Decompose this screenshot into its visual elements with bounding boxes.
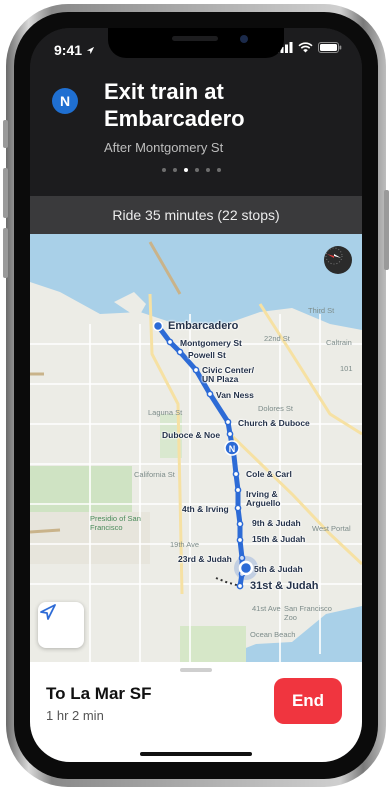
location-arrow-icon [86, 46, 95, 54]
map-label: California St [134, 470, 175, 479]
page-dot[interactable] [206, 168, 210, 172]
transit-route: N [152, 320, 258, 590]
stop-marker[interactable] [234, 504, 242, 512]
map-label: San Francisco Zoo [284, 604, 332, 622]
power-button [384, 190, 389, 270]
status-icons [276, 42, 342, 53]
speaker [172, 36, 218, 41]
stop-marker[interactable] [236, 582, 244, 590]
trip-duration: 1 hr 2 min [46, 708, 104, 723]
destination-title: To La Mar SF [46, 684, 152, 703]
transit-line-badge: N [52, 88, 78, 114]
map-label: Third St [308, 306, 335, 315]
map-label: 41st Ave [252, 604, 281, 613]
stop-label: 5th & Judah [254, 564, 303, 574]
stop-label: Church & Duboce [238, 418, 310, 428]
map-label: 22nd St [264, 334, 290, 343]
status-time: 9:41 [54, 42, 95, 58]
compass-icon [325, 247, 343, 265]
stop-marker[interactable] [234, 486, 242, 494]
map-label: Laguna St [148, 408, 183, 417]
map-label: Caltrain [326, 338, 352, 347]
screen: 9:41 N Exit train at Embarcadero After M… [30, 28, 362, 762]
map-view[interactable]: N Embarcadero Montgomery St Powell St Ci… [30, 234, 362, 662]
home-indicator[interactable] [140, 752, 252, 756]
stop-marker[interactable] [192, 366, 200, 374]
destination-stop-marker[interactable] [152, 320, 164, 332]
stop-marker[interactable] [232, 470, 240, 478]
stop-label: Powell St [188, 350, 226, 360]
stop-marker[interactable] [176, 348, 184, 356]
map-label: Presidio of San Francisco [90, 514, 141, 532]
trip-sheet[interactable]: To La Mar SF 1 hr 2 min End [30, 662, 362, 762]
locate-me-button[interactable] [38, 602, 84, 648]
stop-label: 23rd & Judah [178, 554, 232, 564]
stop-label: Duboce & Noe [162, 430, 221, 440]
stop-label: 9th & Judah [252, 518, 301, 528]
mute-switch [3, 120, 8, 148]
guidance-banner[interactable]: 9:41 N Exit train at Embarcadero After M… [30, 28, 362, 196]
stop-label: Embarcadero [168, 320, 239, 332]
sheet-handle[interactable] [180, 668, 212, 672]
instruction-subtitle: After Montgomery St [104, 140, 224, 155]
instruction-title: Exit train at Embarcadero [104, 79, 245, 131]
stop-label: Civic Center/ UN Plaza [202, 365, 254, 384]
stop-label: 15th & Judah [252, 534, 306, 544]
current-location-dot[interactable] [238, 560, 254, 576]
location-arrow-icon [40, 604, 56, 620]
map-label: Dolores St [258, 404, 294, 413]
page-dot[interactable] [195, 168, 199, 172]
line-badge-marker-label: N [229, 444, 236, 454]
stop-marker[interactable] [236, 520, 244, 528]
page-dot[interactable] [217, 168, 221, 172]
stop-label: Irving & Arguello [246, 489, 281, 508]
map-label: West Portal [312, 524, 351, 533]
ride-summary-text: Ride 35 minutes (22 stops) [112, 207, 280, 223]
map-label: Ocean Beach [250, 630, 296, 639]
stop-label: Cole & Carl [246, 469, 292, 479]
stop-label: 31st & Judah [250, 580, 319, 592]
battery-icon [318, 42, 342, 53]
stop-marker[interactable] [166, 338, 174, 346]
stop-marker[interactable] [236, 536, 244, 544]
front-camera [240, 35, 248, 43]
volume-up-button [3, 168, 8, 218]
page-dot[interactable] [162, 168, 166, 172]
stop-marker[interactable] [206, 390, 214, 398]
stop-label: Montgomery St [180, 338, 242, 348]
end-button[interactable]: End [274, 678, 342, 724]
stop-label: 4th & Irving [182, 504, 229, 514]
stop-label: Van Ness [216, 390, 254, 400]
status-time-label: 9:41 [54, 42, 83, 58]
map-label: 101 [340, 364, 353, 373]
walking-path [215, 577, 241, 587]
volume-down-button [3, 228, 8, 278]
stop-marker[interactable] [226, 430, 234, 438]
page-indicator[interactable] [162, 168, 221, 172]
ride-summary-bar[interactable]: Ride 35 minutes (22 stops) [30, 196, 362, 234]
stop-marker[interactable] [224, 418, 232, 426]
compass-button[interactable] [324, 246, 352, 274]
wifi-icon [298, 42, 313, 53]
page-dot[interactable] [173, 168, 177, 172]
page-dot-active[interactable] [184, 168, 188, 172]
notch [108, 28, 284, 58]
map-label: 19th Ave [170, 540, 200, 549]
